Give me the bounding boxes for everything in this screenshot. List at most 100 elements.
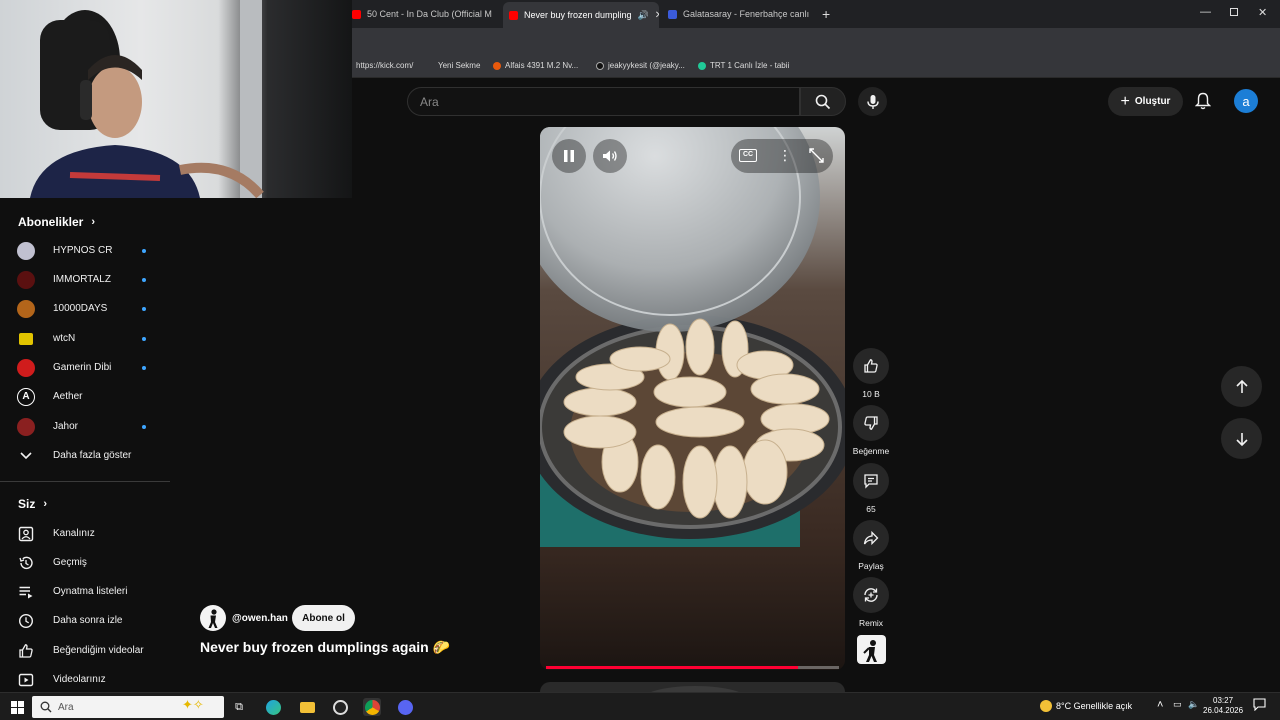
minimize-window-icon[interactable]: —	[1200, 6, 1211, 18]
sidebar-item-wtcn[interactable]: wtcN	[0, 324, 170, 353]
share-arrow-icon	[863, 530, 879, 546]
obs-icon[interactable]	[331, 698, 349, 716]
bookmark-kick[interactable]: https://kick.com/	[356, 61, 413, 70]
weather-widget[interactable]: 8°C Genellikle açık	[1040, 700, 1132, 712]
search-box	[407, 87, 800, 116]
taskbar-search-box: ✦✧	[32, 696, 224, 718]
dislike-button[interactable]	[853, 405, 889, 441]
file-explorer-icon[interactable]	[298, 698, 316, 716]
dislike-label: Beğenme	[852, 446, 890, 456]
sidebar-item-aether[interactable]: A Aether	[0, 382, 170, 411]
bookmark-label: Alfais 4391 M.2 Nv...	[505, 61, 579, 70]
comments-action[interactable]: 65	[853, 463, 889, 514]
like-button[interactable]	[853, 348, 889, 384]
sidebar-item-liked-videos[interactable]: Beğendiğim videolar	[0, 636, 170, 665]
chevron-right-icon: ›	[91, 216, 96, 228]
sidebar-item-your-videos[interactable]: Videolarınız	[0, 665, 170, 694]
previous-short-button[interactable]	[1221, 366, 1262, 407]
sound-remix-thumbnail[interactable]	[857, 635, 886, 664]
create-label: Oluştur	[1134, 96, 1171, 107]
pause-button[interactable]	[552, 139, 586, 173]
close-tab-icon[interactable]: ✕	[649, 10, 659, 21]
channel-handle-link[interactable]: @owen.han	[232, 613, 288, 624]
next-short-button[interactable]	[1221, 418, 1262, 459]
bookmark-trt1[interactable]: TRT 1 Canlı İzle - tabii	[698, 61, 789, 70]
sidebar-item-gamerin-dibi[interactable]: Gamerin Dibi	[0, 353, 170, 382]
new-tab-plus-icon[interactable]: +	[822, 6, 830, 22]
subscriptions-header[interactable]: Abonelikler ›	[18, 215, 95, 229]
webcam-overlay	[0, 0, 352, 198]
channel-avatar: A	[17, 387, 35, 406]
sidebar-item-10000days[interactable]: 10000DAYS	[0, 294, 170, 323]
account-avatar[interactable]: a	[1234, 89, 1258, 113]
restore-window-icon[interactable]	[1230, 8, 1238, 16]
tray-chevron-up-icon[interactable]: ˄	[1157, 699, 1163, 711]
speaker-icon[interactable]: 🔊	[638, 10, 649, 21]
like-action[interactable]: 10 B	[853, 348, 889, 399]
channel-name: Jahor	[53, 421, 79, 432]
close-tab-icon[interactable]: ✕	[809, 9, 814, 20]
video-icon	[17, 671, 35, 689]
search-button[interactable]	[800, 87, 846, 116]
arrow-down-icon	[1235, 432, 1248, 446]
shorts-video-player[interactable]: CC ⋮	[540, 127, 845, 670]
chrome-icon[interactable]	[363, 698, 381, 716]
you-header[interactable]: Siz ›	[18, 497, 47, 511]
edge-icon[interactable]	[264, 698, 282, 716]
sidebar-item-jahor[interactable]: Jahor	[0, 412, 170, 441]
bookmark-label: https://kick.com/	[356, 61, 414, 70]
create-button[interactable]: + Oluştur	[1108, 87, 1183, 116]
share-button[interactable]	[853, 520, 889, 556]
subscribe-button[interactable]: Abone ol	[292, 605, 355, 631]
search-input[interactable]	[420, 94, 790, 110]
fullscreen-icon[interactable]	[809, 148, 824, 168]
task-view-icon[interactable]: ⧉	[230, 698, 248, 716]
video-progress-bar[interactable]	[546, 666, 839, 669]
discord-icon[interactable]	[396, 698, 414, 716]
tab-50-cent[interactable]: 50 Cent - In Da Club (Official M ✕	[346, 4, 498, 24]
nav-label: Geçmiş	[53, 557, 87, 568]
more-options-icon[interactable]: ⋮	[778, 147, 792, 164]
sidebar-item-history[interactable]: Geçmiş	[0, 548, 170, 577]
thumb-up-icon	[864, 359, 878, 373]
close-tab-icon[interactable]: ✕	[492, 9, 499, 20]
sidebar-item-hypnos-cr[interactable]: HYPNOS CR	[0, 236, 170, 265]
volume-icon	[603, 150, 617, 162]
taskbar-search-input[interactable]	[58, 699, 178, 715]
dislike-action[interactable]: Beğenme	[853, 405, 889, 456]
plus-icon: +	[1120, 92, 1130, 110]
search-icon	[815, 94, 831, 109]
notifications-bell-icon[interactable]	[1192, 90, 1214, 112]
network-icon[interactable]: ▭	[1173, 699, 1182, 710]
notification-center-icon[interactable]	[1253, 698, 1266, 713]
remix-action[interactable]: Remix	[853, 577, 889, 628]
voice-search-button[interactable]	[858, 87, 887, 116]
remix-button[interactable]	[853, 577, 889, 613]
bookmark-new-tab[interactable]: Yeni Sekme	[426, 61, 480, 70]
bookmark-label: Yeni Sekme	[438, 61, 481, 70]
sidebar-item-watch-later[interactable]: Daha sonra izle	[0, 606, 170, 635]
comments-button[interactable]	[853, 463, 889, 499]
close-window-icon[interactable]: ✕	[1258, 6, 1267, 19]
tab-galatasaray-fenerbahce[interactable]: Galatasaray - Fenerbahçe canlı ✕	[662, 4, 814, 24]
sidebar-item-your-channel[interactable]: Kanalınız	[0, 519, 170, 548]
channel-avatar[interactable]	[200, 605, 226, 631]
bookmark-tiktok[interactable]: jeakyykesit (@jeaky...	[596, 61, 685, 70]
share-action[interactable]: Paylaş	[853, 520, 889, 571]
channel-name: IMMORTALZ	[53, 274, 111, 285]
sidebar-item-immortalz[interactable]: IMMORTALZ	[0, 265, 170, 294]
volume-tray-icon[interactable]: 🔈	[1188, 699, 1199, 710]
sidebar-item-playlists[interactable]: Oynatma listeleri	[0, 577, 170, 606]
chevron-right-icon: ›	[43, 498, 48, 510]
weather-text: 8°C Genellikle açık	[1056, 701, 1133, 711]
show-more-button[interactable]: Daha fazla göster	[0, 441, 170, 470]
bookmark-alfais[interactable]: Alfais 4391 M.2 Nv...	[493, 61, 578, 70]
share-label: Paylaş	[858, 561, 884, 571]
captions-button[interactable]: CC	[739, 149, 757, 162]
windows-start-icon[interactable]	[8, 698, 26, 716]
tab-never-buy-frozen-dumplings[interactable]: Never buy frozen dumpling 🔊 ✕	[503, 2, 659, 28]
system-clock[interactable]: 03:27 26.04.2026	[1203, 696, 1243, 716]
channel-avatar	[17, 241, 35, 260]
video-progress-fill	[546, 666, 798, 669]
volume-button[interactable]	[593, 139, 627, 173]
